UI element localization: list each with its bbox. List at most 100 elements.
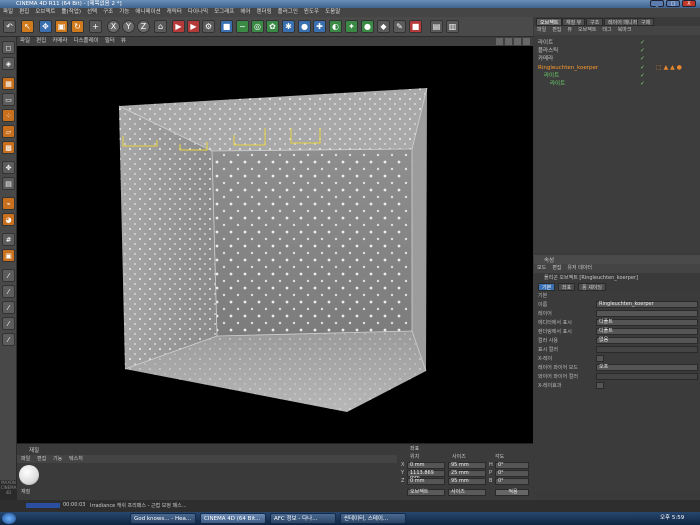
menu-edit[interactable]: 편집 [16,8,32,17]
start-button[interactable] [2,513,16,524]
vp-menu-file[interactable]: 파일 [17,37,33,46]
xray-checkbox[interactable] [596,355,604,362]
grid-icon[interactable]: # [2,233,15,246]
snap-icon[interactable]: ⌁ [2,197,15,210]
tab-purchase[interactable]: 구매 [637,18,655,26]
environment-icon[interactable]: ✚ [313,20,326,33]
menu-file[interactable]: 파일 [0,8,16,17]
pos-z-field[interactable]: 0 mm [407,478,445,485]
object-mode-icon[interactable]: ◈ [2,57,15,70]
list-item[interactable]: 라이트 ✓ [534,80,700,88]
render-settings-icon[interactable]: ⚙ [202,20,215,33]
om-menu-object[interactable]: 오브젝트 [575,26,599,35]
vp-menu-camera[interactable]: 카메라 [49,37,70,46]
z-axis-icon[interactable]: Z [137,20,150,33]
attr-menu-edit[interactable]: 편집 [549,264,564,273]
attr-menu-mode[interactable]: 모드 [534,264,549,273]
om-menu-file[interactable]: 파일 [534,26,549,35]
close-button[interactable]: X [682,0,696,7]
deformer-icon[interactable]: ✱ [282,20,295,33]
menu-hair[interactable]: 헤어 [237,8,253,17]
cube-icon[interactable]: ■ [220,20,233,33]
om-menu-edit[interactable]: 편집 [549,26,564,35]
menu-functions[interactable]: 기능 [116,8,132,17]
stop-icon[interactable]: ■ [409,20,422,33]
layout-switch-icon[interactable]: ▥ [446,20,459,33]
list-item[interactable]: 라이트 ✓ [534,39,700,47]
list-item[interactable]: 라이트 ✓ [534,72,700,80]
visibility-check-icon[interactable]: ✓ [640,47,648,55]
minimize-button[interactable]: _ [650,0,664,7]
mat-menu-function[interactable]: 기능 [53,455,62,463]
visibility-check-icon[interactable]: ✓ [640,39,648,47]
attr-menu-userdata[interactable]: 유저 데이터 [564,264,595,273]
menu-select[interactable]: 선택 [84,8,100,17]
tab-material-view[interactable]: 재질 뷰 [562,18,586,26]
render-picture-viewer-icon[interactable]: ▶ [187,20,200,33]
menu-structure[interactable]: 구조 [100,8,116,17]
wire-mode-select[interactable]: 오프 [596,364,698,371]
apply-button[interactable]: 적용 [495,489,529,496]
pos-x-field[interactable]: 0 mm [407,462,445,469]
om-menu-tags[interactable]: 태그 [599,26,614,35]
tab-phong[interactable]: 퐁 셰이딩 [578,283,606,291]
hair-icon[interactable]: ● [361,20,374,33]
orbit-icon[interactable] [514,38,521,45]
mat-menu-texture[interactable]: 텍스처 [69,455,83,463]
menu-animation[interactable]: 애니메이션 [132,8,163,17]
zoom-icon[interactable] [505,38,512,45]
tab-layer-manager[interactable]: 레이어 매니저 [604,18,642,26]
undo-icon[interactable]: ↶ [3,20,16,33]
coord-mode-select[interactable]: 오브젝트 [407,489,445,496]
size-x-field[interactable]: 95 mm [448,462,486,469]
polygons-mode-icon[interactable]: ▩ [2,141,15,154]
task-button[interactable]: CINEMA 4D (64 Bit... [200,513,266,524]
editor-visible-select[interactable]: 디폴트 [596,319,698,326]
tab-objects[interactable]: 오브젝트 [536,18,563,26]
workplane-icon[interactable]: ▭ [2,93,15,106]
rotate-icon[interactable]: ↻ [71,20,84,33]
vp-menu-filter[interactable]: 필터 [102,37,118,46]
display-color-field[interactable] [596,346,698,353]
visibility-check-icon[interactable]: ✓ [640,55,648,63]
name-field[interactable]: Ringleuchten_koerper [596,301,698,308]
render-visible-select[interactable]: 디폴트 [596,328,698,335]
tag-icons[interactable]: ⬚ ▲ ▲ ● [656,64,682,72]
array-icon[interactable]: ✿ [266,20,279,33]
visibility-check-icon[interactable]: ✓ [640,64,648,72]
size-z-field[interactable]: 95 mm [448,478,486,485]
wire-color-field[interactable] [596,373,698,380]
tool-slot-icon[interactable]: ⁄ [2,317,15,330]
pan-icon[interactable] [496,38,503,45]
mat-menu-edit[interactable]: 편집 [37,455,46,463]
model-mode-icon[interactable]: ◻ [2,41,15,54]
om-menu-view[interactable]: 뷰 [564,26,575,35]
list-item[interactable]: Ringleuchten_koerper ✓ ⬚ ▲ ▲ ● [534,64,700,72]
menu-tools[interactable]: 툴(작업) [59,8,84,17]
tweak-icon[interactable]: ▤ [2,177,15,190]
camera-icon[interactable]: ◐ [329,20,342,33]
tab-coord[interactable]: 좌표 [558,283,576,291]
locked-workplane-icon[interactable]: ▣ [2,249,15,262]
coordinate-system-icon[interactable]: ⌂ [154,20,167,33]
y-axis-icon[interactable]: Y [122,20,135,33]
paint-icon[interactable]: ✎ [393,20,406,33]
tab-basic[interactable]: 기본 [538,283,556,291]
tab-structure[interactable]: 구조 [586,18,604,26]
live-select-icon[interactable]: ↖ [21,20,34,33]
rot-h-field[interactable]: 0° [495,462,529,469]
scale-icon[interactable]: ▣ [55,20,68,33]
tool-slot-icon[interactable]: ⁄ [2,333,15,346]
task-button[interactable]: 씬데이터, 스테이... [340,513,406,524]
move-icon[interactable]: ✥ [39,20,52,33]
add-object-icon[interactable]: + [89,20,102,33]
menu-mograph[interactable]: 모그래프 [211,8,237,17]
task-button[interactable]: God knows... - Hea... [130,513,196,524]
vp-menu-view[interactable]: 뷰 [118,37,129,46]
light-icon[interactable]: ✦ [345,20,358,33]
menu-plugins[interactable]: 플러그인 [275,8,301,17]
rot-p-field[interactable]: 0° [495,470,529,477]
sculpt-icon[interactable]: ◕ [2,213,15,226]
om-menu-bookmarks[interactable]: 북마크 [615,26,635,35]
tool-slot-icon[interactable]: ⁄ [2,301,15,314]
